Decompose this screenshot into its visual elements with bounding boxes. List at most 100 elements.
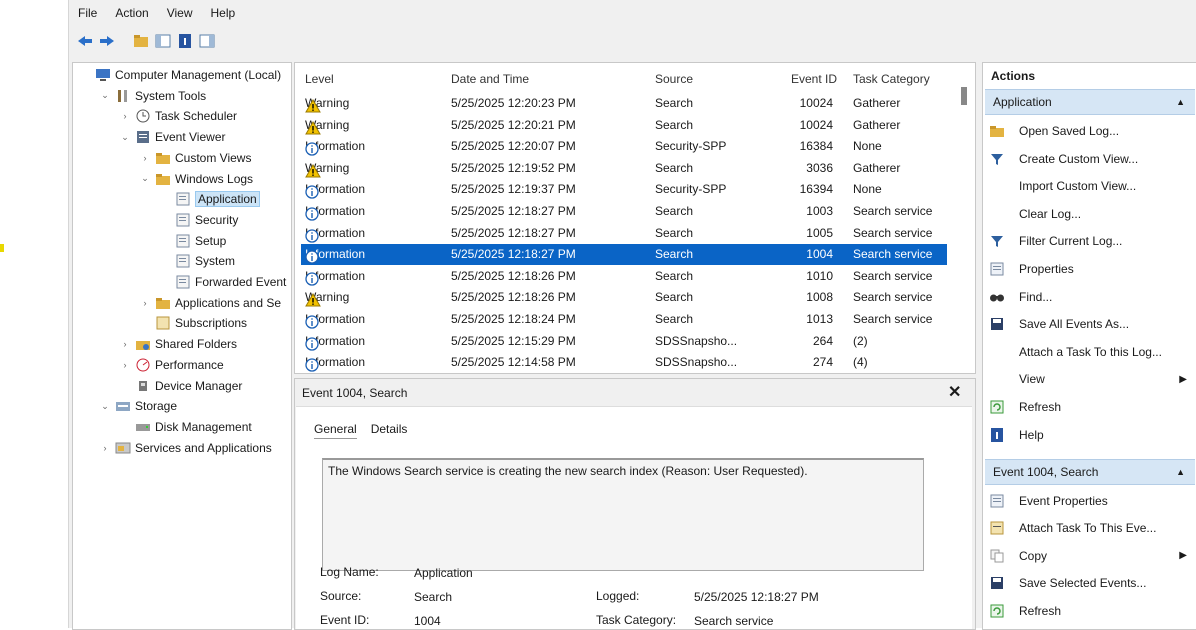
collapse-caret-icon[interactable]: ▲ bbox=[1176, 97, 1185, 107]
scrollbar-thumb[interactable] bbox=[961, 87, 967, 105]
action-attach-a-task-to-this-log[interactable]: Attach a Task To this Log... bbox=[989, 340, 1193, 364]
action-import-custom-view[interactable]: Import Custom View... bbox=[989, 174, 1193, 198]
action-save-selected-events[interactable]: Save Selected Events... bbox=[989, 571, 1193, 595]
event-task-category: (4) bbox=[853, 355, 868, 370]
tree-item-event-viewer[interactable]: ⌄ Event Viewer bbox=[119, 127, 225, 147]
column-source[interactable]: Source bbox=[655, 72, 693, 86]
event-row[interactable]: Warning 5/25/2025 12:18:26 PM Search 1008 Se… bbox=[301, 287, 947, 308]
collapse-chevron-icon[interactable]: ⌄ bbox=[99, 401, 111, 412]
action-attach-task-to-this-eve[interactable]: Attach Task To This Eve... bbox=[989, 516, 1193, 540]
column-task-category[interactable]: Task Category bbox=[853, 72, 930, 86]
tree-item-performance[interactable]: › Performance bbox=[119, 355, 224, 375]
action-copy[interactable]: Copy ▶ bbox=[989, 544, 1193, 568]
info-icon bbox=[305, 358, 319, 372]
tree-item-label: Custom Views bbox=[175, 150, 252, 165]
help-icon[interactable] bbox=[176, 32, 194, 50]
actions-section-event[interactable]: Event 1004, Search ▲ bbox=[985, 459, 1195, 485]
action-refresh[interactable]: Refresh bbox=[989, 395, 1193, 419]
action-help[interactable]: Help bbox=[989, 423, 1193, 447]
event-task-category: Search service bbox=[853, 268, 933, 283]
column-event-id[interactable]: Event ID bbox=[791, 72, 837, 86]
action-label: Filter Current Log... bbox=[1019, 234, 1123, 249]
event-row[interactable]: Warning 5/25/2025 12:20:21 PM Search 10024 G… bbox=[301, 115, 947, 136]
tree-item-storage[interactable]: ⌄ Storage bbox=[99, 396, 177, 416]
tree-item-setup[interactable]: Setup bbox=[159, 231, 226, 251]
event-date: 5/25/2025 12:18:27 PM bbox=[451, 247, 576, 262]
tree-item-forwarded-event[interactable]: Forwarded Event bbox=[159, 272, 286, 292]
event-date: 5/25/2025 12:19:37 PM bbox=[451, 182, 576, 197]
tab-general[interactable]: General bbox=[314, 420, 357, 439]
show-hide-action-pane-icon[interactable] bbox=[198, 32, 216, 50]
tree-item-computer-management-local[interactable]: Computer Management (Local) bbox=[79, 65, 281, 85]
event-row[interactable]: Information 5/25/2025 12:18:24 PM Search 10… bbox=[301, 309, 947, 330]
expand-chevron-icon[interactable]: › bbox=[119, 111, 131, 121]
tab-details[interactable]: Details bbox=[371, 420, 408, 439]
tree-item-system-tools[interactable]: ⌄ System Tools bbox=[99, 86, 206, 106]
expand-chevron-icon[interactable]: › bbox=[119, 339, 131, 349]
action-view[interactable]: View ▶ bbox=[989, 367, 1193, 391]
expand-chevron-icon[interactable]: › bbox=[139, 153, 151, 163]
event-row[interactable]: Information 5/25/2025 12:18:27 PM Search 10… bbox=[301, 201, 947, 222]
tree-item-services-and-applications[interactable]: › Services and Applications bbox=[99, 438, 272, 458]
tree-item-device-manager[interactable]: Device Manager bbox=[119, 376, 242, 396]
menu-view[interactable]: View bbox=[167, 6, 193, 24]
event-row[interactable]: Information 5/25/2025 12:15:29 PM SDSSnaps… bbox=[301, 331, 947, 352]
tree-item-label: Performance bbox=[155, 357, 224, 372]
menu-file[interactable]: File bbox=[78, 6, 97, 24]
collapse-chevron-icon[interactable]: ⌄ bbox=[139, 173, 151, 184]
event-row[interactable]: Warning 5/25/2025 12:19:52 PM Search 3036 Ga… bbox=[301, 158, 947, 179]
forward-arrow-icon[interactable] bbox=[98, 32, 116, 50]
tree-item-disk-management[interactable]: Disk Management bbox=[119, 417, 252, 437]
performance-icon bbox=[135, 358, 151, 372]
event-row[interactable]: Information 5/25/2025 12:14:58 PM SDSSnaps… bbox=[301, 352, 947, 373]
action-clear-log[interactable]: Clear Log... bbox=[989, 202, 1193, 226]
tree-item-subscriptions[interactable]: Subscriptions bbox=[139, 313, 247, 333]
tree-item-security[interactable]: Security bbox=[159, 210, 238, 230]
back-arrow-icon[interactable] bbox=[76, 32, 94, 50]
event-row[interactable]: Information 5/25/2025 12:20:07 PM Security… bbox=[301, 136, 947, 157]
up-folder-icon[interactable] bbox=[132, 32, 150, 50]
event-row[interactable]: Information 5/25/2025 12:18:27 PM Search 10… bbox=[301, 244, 947, 266]
tree-item-label: Subscriptions bbox=[175, 316, 248, 331]
action-refresh[interactable]: Refresh bbox=[989, 599, 1193, 623]
action-save-all-events-as[interactable]: Save All Events As... bbox=[989, 312, 1193, 336]
action-event-properties[interactable]: Event Properties bbox=[989, 489, 1193, 513]
expand-chevron-icon[interactable]: › bbox=[139, 298, 151, 308]
refresh-icon bbox=[989, 603, 1005, 619]
tree-item-label: Services and Applications bbox=[135, 440, 272, 455]
tree-item-system[interactable]: System bbox=[159, 251, 235, 271]
column-date-time[interactable]: Date and Time bbox=[451, 72, 529, 86]
event-source: SDSSnapsho... bbox=[655, 333, 738, 348]
action-create-custom-view[interactable]: Create Custom View... bbox=[989, 147, 1193, 171]
tree-item-label: Forwarded Event bbox=[195, 275, 287, 289]
event-row[interactable]: Information 5/25/2025 12:19:37 PM Security… bbox=[301, 179, 947, 200]
event-row[interactable]: Information 5/25/2025 12:18:27 PM Search 10… bbox=[301, 223, 947, 244]
tree-item-application[interactable]: Application bbox=[159, 189, 260, 209]
event-row[interactable]: Information 5/25/2025 12:18:26 PM Search 10… bbox=[301, 266, 947, 287]
collapse-caret-icon[interactable]: ▲ bbox=[1176, 467, 1185, 477]
tree-item-task-scheduler[interactable]: › Task Scheduler bbox=[119, 106, 238, 126]
column-level[interactable]: Level bbox=[305, 72, 334, 86]
event-id: 16394 bbox=[799, 182, 833, 197]
tree-item-custom-views[interactable]: › Custom Views bbox=[139, 148, 252, 168]
close-icon[interactable]: ✕ bbox=[948, 382, 961, 402]
menu-help[interactable]: Help bbox=[211, 6, 236, 24]
find-icon bbox=[989, 289, 1005, 305]
action-filter-current-log[interactable]: Filter Current Log... bbox=[989, 229, 1193, 253]
tree-item-shared-folders[interactable]: › Shared Folders bbox=[119, 334, 238, 354]
event-row[interactable]: Warning 5/25/2025 12:20:23 PM Search 10024 G… bbox=[301, 93, 947, 114]
menu-action[interactable]: Action bbox=[115, 6, 148, 24]
save-icon bbox=[989, 575, 1005, 591]
collapse-chevron-icon[interactable]: ⌄ bbox=[119, 132, 131, 143]
tree-item-applications-and-se[interactable]: › Applications and Se bbox=[139, 293, 282, 313]
expand-chevron-icon[interactable]: › bbox=[99, 443, 111, 453]
actions-section-application[interactable]: Application ▲ bbox=[985, 89, 1195, 115]
action-find[interactable]: Find... bbox=[989, 285, 1193, 309]
expand-chevron-icon[interactable]: › bbox=[119, 360, 131, 370]
action-open-saved-log[interactable]: Open Saved Log... bbox=[989, 119, 1193, 143]
show-hide-tree-icon[interactable] bbox=[154, 32, 172, 50]
collapse-chevron-icon[interactable]: ⌄ bbox=[99, 90, 111, 101]
action-properties[interactable]: Properties bbox=[989, 257, 1193, 281]
log-icon bbox=[175, 192, 191, 206]
tree-item-windows-logs[interactable]: ⌄ Windows Logs bbox=[139, 169, 253, 189]
